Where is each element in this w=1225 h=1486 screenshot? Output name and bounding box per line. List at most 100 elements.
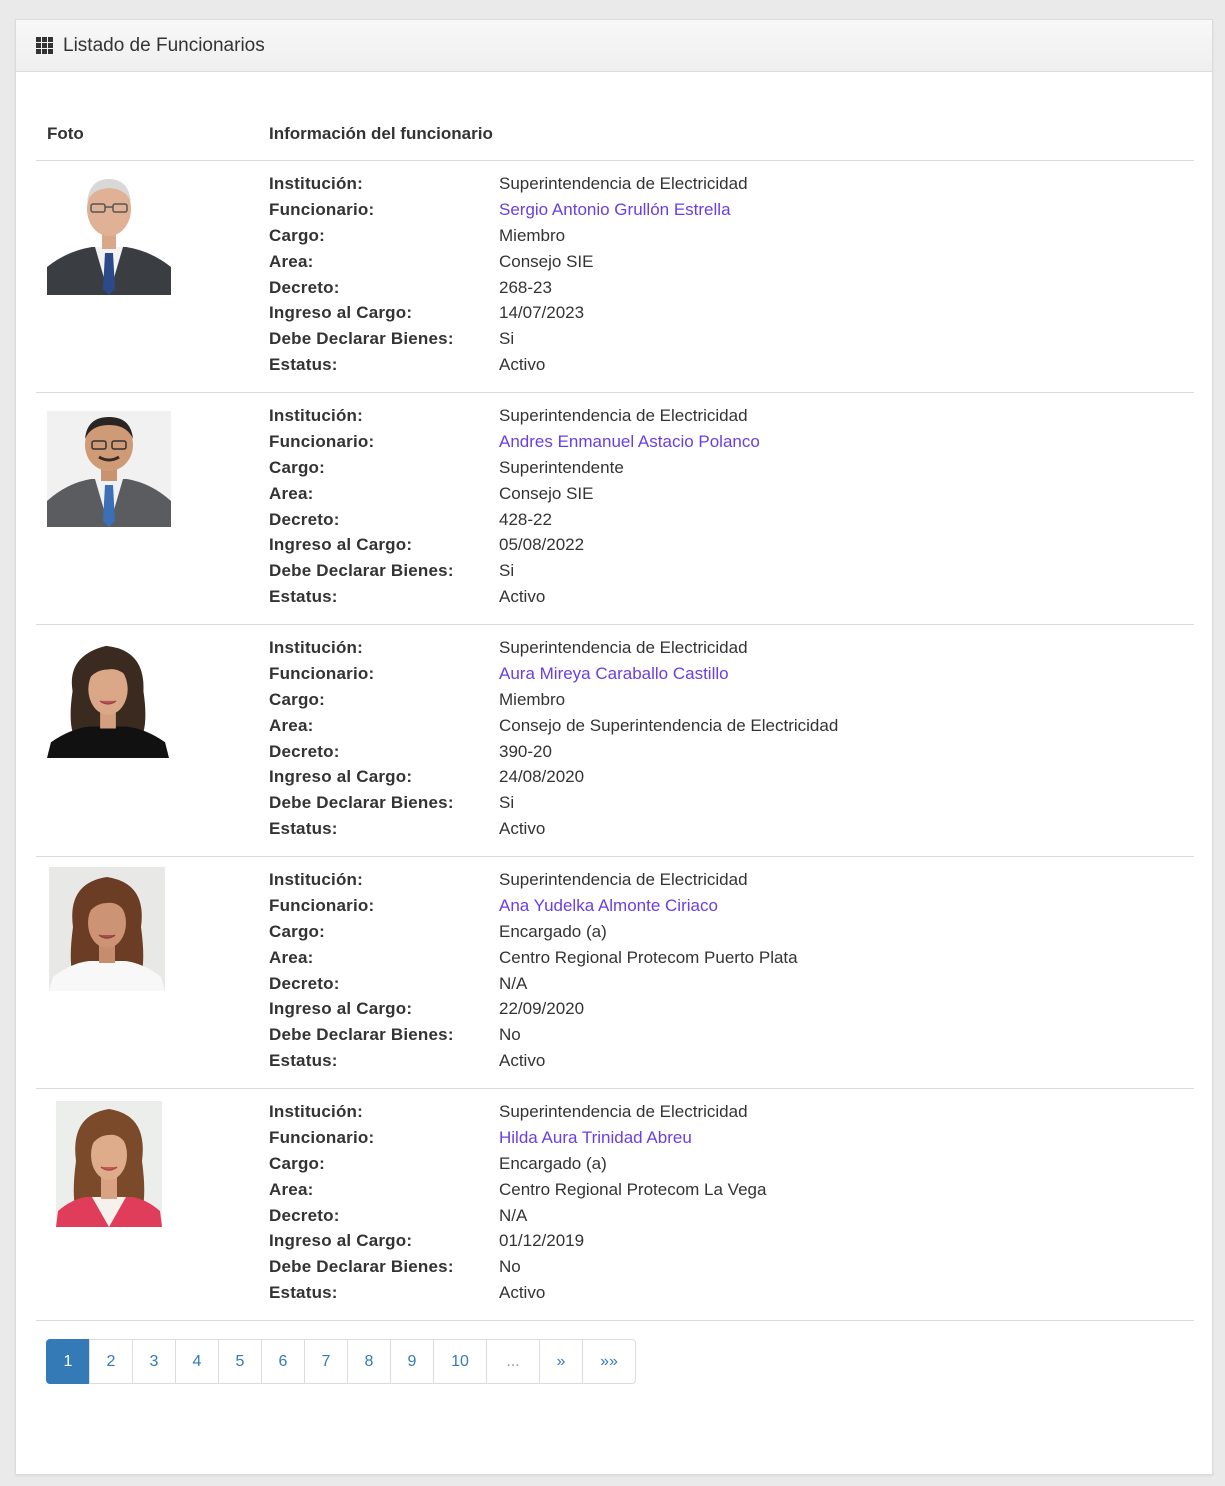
value-institucion: Superintendencia de Electricidad	[499, 870, 748, 889]
label-ingreso: Ingreso al Cargo:	[269, 767, 413, 787]
label-institucion: Institución:	[269, 870, 363, 889]
value-decreto: 428-22	[499, 509, 552, 529]
table-row: Institución: Superintendencia de Electric…	[36, 393, 1194, 625]
page-button[interactable]: 7	[304, 1339, 348, 1384]
official-info: Institución: Superintendencia de Electric…	[269, 1100, 766, 1307]
label-area: Area:	[269, 483, 314, 503]
table-row: Institución: Superintendencia de Electric…	[36, 1089, 1194, 1321]
value-area: Centro Regional Protecom La Vega	[499, 1179, 767, 1199]
label-declarar: Debe Declarar Bienes:	[269, 329, 454, 349]
label-decreto: Decreto:	[269, 277, 340, 297]
value-cargo: Encargado (a)	[499, 1153, 607, 1173]
value-declarar: Si	[499, 793, 515, 813]
value-decreto: 390-20	[499, 741, 552, 761]
label-area: Area:	[269, 947, 314, 967]
pagination: 1 2 3 4 5 6 7 8 9 10 ... » »»	[46, 1339, 636, 1384]
official-name-link[interactable]: Andres Enmanuel Astacio Polanco	[499, 430, 760, 456]
page-ellipsis: ...	[486, 1339, 540, 1384]
official-name-link[interactable]: Sergio Antonio Grullón Estrella	[499, 198, 731, 224]
value-area: Consejo SIE	[499, 483, 594, 503]
label-funcionario: Funcionario:	[269, 199, 375, 219]
label-estatus: Estatus:	[269, 1283, 338, 1303]
value-decreto: N/A	[499, 1205, 528, 1225]
value-cargo: Superintendente	[499, 457, 624, 477]
official-photo	[56, 1101, 162, 1227]
grid-icon	[36, 37, 55, 54]
page-button[interactable]: 3	[132, 1339, 176, 1384]
label-declarar: Debe Declarar Bienes:	[269, 1025, 454, 1045]
official-name-link[interactable]: Hilda Aura Trinidad Abreu	[499, 1126, 692, 1152]
officials-table: Foto Información del funcionario Institu…	[36, 92, 1194, 1321]
label-ingreso: Ingreso al Cargo:	[269, 303, 413, 323]
page-button[interactable]: 10	[433, 1339, 487, 1384]
page-button[interactable]: 4	[175, 1339, 219, 1384]
value-institucion: Superintendencia de Electricidad	[499, 174, 748, 193]
label-estatus: Estatus:	[269, 1051, 338, 1071]
page-button-active[interactable]: 1	[46, 1339, 90, 1384]
page-button[interactable]: 8	[347, 1339, 391, 1384]
officials-panel: Listado de Funcionarios Foto Información…	[15, 19, 1213, 1475]
value-ingreso: 14/07/2023	[499, 303, 585, 323]
last-page-button[interactable]: »»	[582, 1339, 636, 1384]
value-estatus: Activo	[499, 1051, 546, 1071]
table-row: Institución: Superintendencia de Electric…	[36, 857, 1194, 1089]
label-ingreso: Ingreso al Cargo:	[269, 535, 413, 555]
label-area: Area:	[269, 715, 314, 735]
label-declarar: Debe Declarar Bienes:	[269, 1257, 454, 1277]
label-ingreso: Ingreso al Cargo:	[269, 1231, 413, 1251]
label-institucion: Institución:	[269, 638, 363, 657]
value-institucion: Superintendencia de Electricidad	[499, 638, 748, 657]
value-area: Centro Regional Protecom Puerto Plata	[499, 947, 798, 967]
value-declarar: Si	[499, 329, 515, 349]
value-decreto: 268-23	[499, 277, 552, 297]
value-declarar: No	[499, 1025, 521, 1045]
label-area: Area:	[269, 1179, 314, 1199]
label-ingreso: Ingreso al Cargo:	[269, 999, 413, 1019]
label-cargo: Cargo:	[269, 1153, 325, 1173]
label-decreto: Decreto:	[269, 509, 340, 529]
next-page-button[interactable]: »	[539, 1339, 583, 1384]
value-cargo: Miembro	[499, 689, 566, 709]
table-header: Foto Información del funcionario	[36, 92, 1194, 161]
value-declarar: Si	[499, 561, 515, 581]
official-info: Institución: Superintendencia de Electric…	[269, 172, 748, 379]
label-estatus: Estatus:	[269, 819, 338, 839]
official-photo	[47, 635, 169, 759]
label-estatus: Estatus:	[269, 587, 338, 607]
label-funcionario: Funcionario:	[269, 663, 375, 683]
value-ingreso: 24/08/2020	[499, 767, 585, 787]
official-name-link[interactable]: Aura Mireya Caraballo Castillo	[499, 662, 729, 688]
value-cargo: Miembro	[499, 225, 566, 245]
value-ingreso: 01/12/2019	[499, 1231, 585, 1251]
official-name-link[interactable]: Ana Yudelka Almonte Ciriaco	[499, 894, 718, 920]
label-declarar: Debe Declarar Bienes:	[269, 561, 454, 581]
label-declarar: Debe Declarar Bienes:	[269, 793, 454, 813]
value-area: Consejo SIE	[499, 251, 594, 271]
official-photo	[47, 411, 171, 527]
label-estatus: Estatus:	[269, 355, 338, 375]
value-institucion: Superintendencia de Electricidad	[499, 1102, 748, 1121]
column-header-foto: Foto	[47, 124, 84, 143]
value-ingreso: 05/08/2022	[499, 535, 585, 555]
page-button[interactable]: 5	[218, 1339, 262, 1384]
value-estatus: Activo	[499, 355, 546, 375]
page-button[interactable]: 6	[261, 1339, 305, 1384]
value-estatus: Activo	[499, 1283, 546, 1303]
value-institucion: Superintendencia de Electricidad	[499, 406, 748, 425]
page-button[interactable]: 9	[390, 1339, 434, 1384]
label-decreto: Decreto:	[269, 973, 340, 993]
label-cargo: Cargo:	[269, 921, 325, 941]
label-institucion: Institución:	[269, 1102, 363, 1121]
official-info: Institución: Superintendencia de Electric…	[269, 636, 838, 843]
official-info: Institución: Superintendencia de Electric…	[269, 868, 798, 1075]
label-cargo: Cargo:	[269, 689, 325, 709]
label-cargo: Cargo:	[269, 457, 325, 477]
label-funcionario: Funcionario:	[269, 1127, 375, 1147]
label-institucion: Institución:	[269, 174, 363, 193]
page-button[interactable]: 2	[89, 1339, 133, 1384]
value-area: Consejo de Superintendencia de Electrici…	[499, 715, 839, 735]
value-estatus: Activo	[499, 587, 546, 607]
value-cargo: Encargado (a)	[499, 921, 607, 941]
value-decreto: N/A	[499, 973, 528, 993]
label-decreto: Decreto:	[269, 1205, 340, 1225]
